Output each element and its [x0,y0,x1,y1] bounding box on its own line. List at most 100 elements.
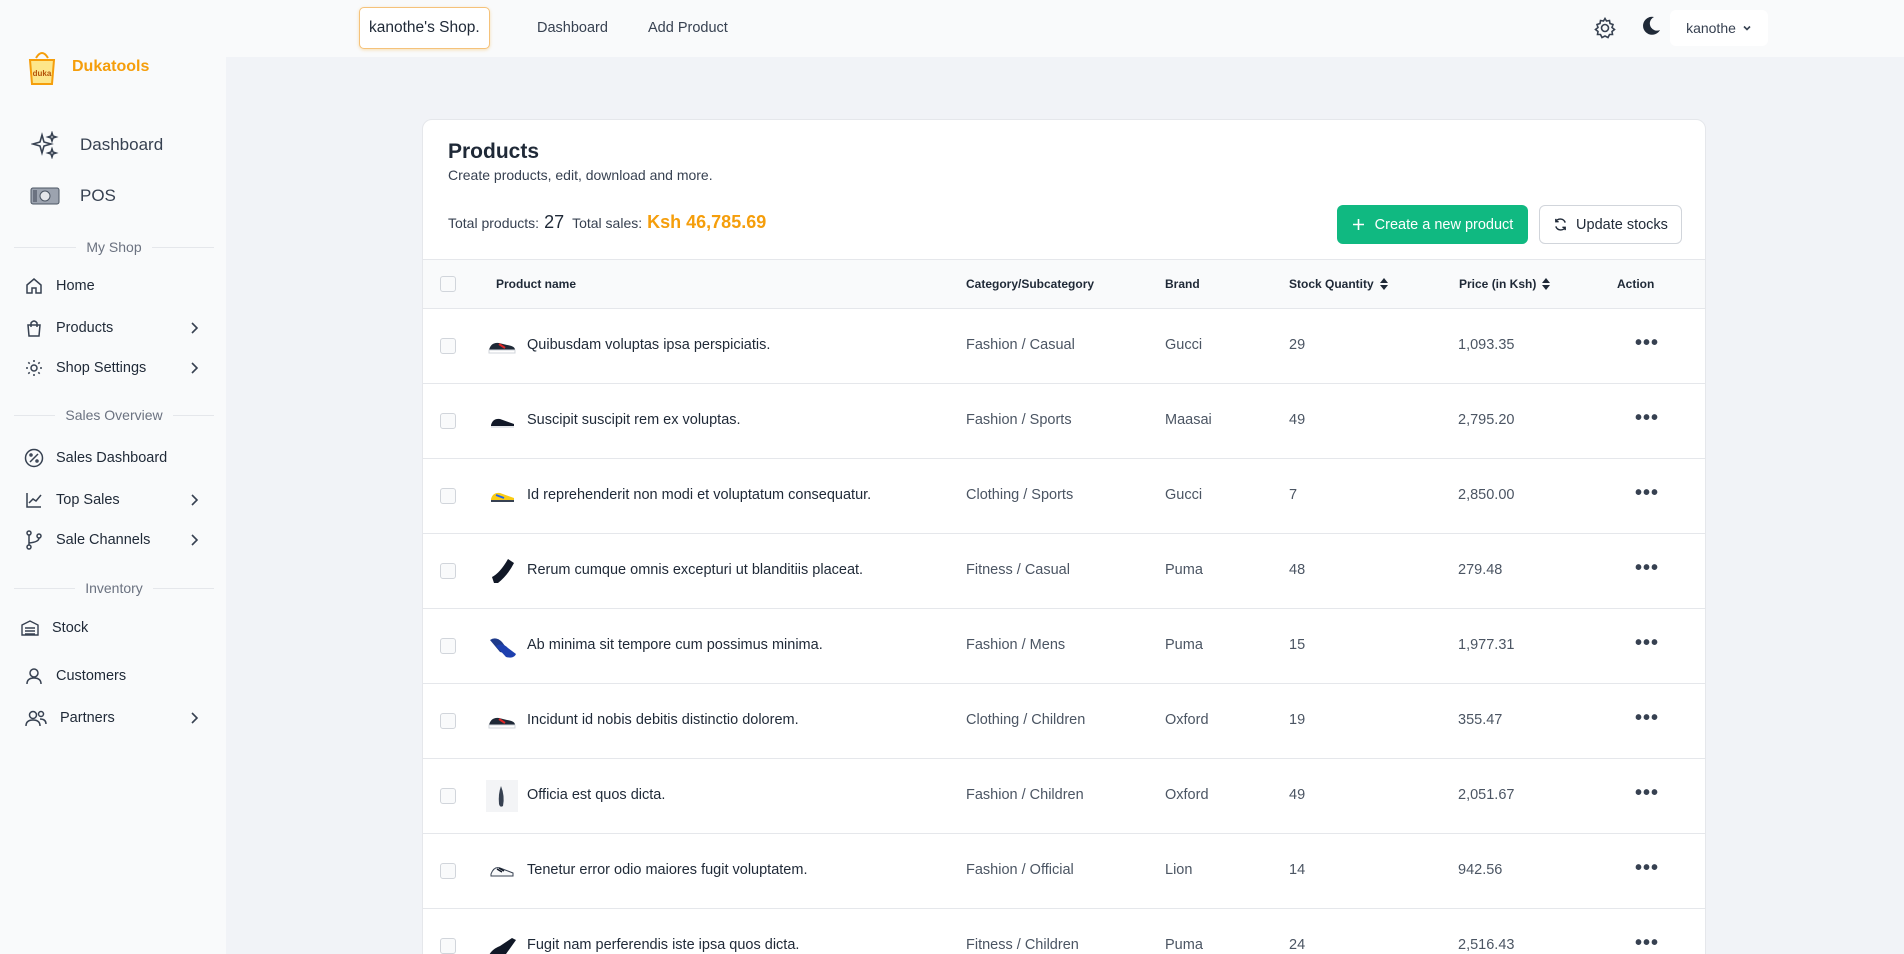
cell-product-name[interactable]: Suscipit suscipit rem ex voluptas. [527,412,741,428]
cell-price: 1,093.35 [1458,337,1515,353]
section-title-sales-overview: Sales Overview [14,407,215,423]
cell-product-name[interactable]: Rerum cumque omnis excepturi ut blanditi… [527,562,863,578]
select-all-checkbox[interactable] [440,276,456,292]
sidebar-item-stock[interactable]: Stock [20,618,196,638]
shop-bag-logo-icon: duka [28,52,56,85]
cell-price: 2,795.20 [1458,412,1515,428]
column-header-stock-quantity[interactable]: Stock Quantity [1289,277,1388,291]
home-icon [24,276,44,296]
cell-product-name[interactable]: Officia est quos dicta. [527,787,665,803]
cell-product-name[interactable]: Incidunt id nobis debitis distinctio dol… [527,712,799,728]
sidebar-item-sale-channels[interactable]: Sale Channels [24,530,200,550]
row-checkbox[interactable] [440,713,456,729]
brand[interactable]: duka Dukatools [26,48,149,86]
percent-badge-icon [24,448,44,468]
row-actions-icon[interactable]: ••• [1635,408,1659,428]
table-row[interactable]: Ab minima sit tempore cum possimus minim… [423,608,1705,683]
plus-icon [1352,219,1364,230]
sidebar-item-label: POS [80,186,116,205]
sidebar-item-products[interactable]: Products [24,318,200,338]
row-checkbox[interactable] [440,863,456,879]
cell-stock-quantity: 49 [1289,412,1306,428]
warehouse-icon [20,618,40,638]
shop-name-button[interactable]: kanothe's Shop. [359,7,490,49]
cell-stock-quantity: 14 [1289,862,1306,878]
gear-icon [24,358,44,378]
row-actions-icon[interactable]: ••• [1635,633,1659,653]
brand-name: Dukatools [72,58,150,75]
cell-brand: Puma [1165,637,1203,653]
gear-icon[interactable] [1594,17,1616,39]
cell-product-name[interactable]: Ab minima sit tempore cum possimus minim… [527,637,823,653]
row-actions-icon[interactable]: ••• [1635,708,1659,728]
row-checkbox[interactable] [440,563,456,579]
branch-icon [24,530,44,550]
row-actions-icon[interactable]: ••• [1635,858,1659,878]
row-checkbox[interactable] [440,788,456,804]
row-checkbox[interactable] [440,638,456,654]
chevron-right-icon [191,494,199,506]
sidebar-item-customers[interactable]: Customers [24,666,200,686]
table-row[interactable]: Quibusdam voluptas ipsa perspiciatis. Fa… [423,308,1705,383]
row-checkbox[interactable] [440,488,456,504]
cell-category: Fashion / Children [966,787,1084,803]
sidebar-item-label: Dashboard [80,135,164,154]
topbar: kanothe's Shop. Dashboard Add Product ka… [226,0,1904,57]
sidebar-item-label: Sale Channels [56,532,151,548]
cell-product-name[interactable]: Fugit nam perferendis iste ipsa quos dic… [527,937,799,953]
chevron-right-icon [191,712,199,724]
moon-icon[interactable] [1640,15,1662,37]
cell-product-name[interactable]: Quibusdam voluptas ipsa perspiciatis. [527,337,770,353]
table-row[interactable]: Rerum cumque omnis excepturi ut blanditi… [423,533,1705,608]
row-checkbox[interactable] [440,413,456,429]
row-checkbox[interactable] [440,338,456,354]
total-products-label: Total products: [448,215,540,231]
cell-price: 355.47 [1458,712,1503,728]
sneaker-red-icon [486,330,518,362]
sidebar-item-pos[interactable]: POS [30,181,116,211]
column-header-category: Category/Subcategory [966,277,1095,291]
cell-stock-quantity: 19 [1289,712,1306,728]
sidebar-item-home[interactable]: Home [24,276,200,296]
table-row[interactable]: Suscipit suscipit rem ex voluptas. Fashi… [423,383,1705,458]
cell-brand: Oxford [1165,712,1209,728]
cell-price: 2,516.43 [1458,937,1515,953]
cell-brand: Puma [1165,562,1203,578]
sidebar-item-dashboard[interactable]: Dashboard [30,130,163,160]
cell-product-name[interactable]: Tenetur error odio maiores fugit volupta… [527,862,807,878]
column-header-brand: Brand [1165,277,1200,291]
sneaker-black-icon [486,405,518,437]
table-row[interactable]: Fugit nam perferendis iste ipsa quos dic… [423,908,1705,954]
cell-product-name[interactable]: Id reprehenderit non modi et voluptatum … [527,487,871,503]
users-icon [24,708,48,728]
row-actions-icon[interactable]: ••• [1635,558,1659,578]
chevron-right-icon [191,322,199,334]
sidebar-item-shop-settings[interactable]: Shop Settings [24,358,200,378]
refresh-icon [1555,218,1566,231]
sidebar-item-sales-dashboard[interactable]: Sales Dashboard [24,448,200,468]
table-row[interactable]: Officia est quos dicta. Fashion / Childr… [423,758,1705,833]
page-subtitle: Create products, edit, download and more… [448,167,713,183]
row-checkbox[interactable] [440,938,456,954]
table-row[interactable]: Id reprehenderit non modi et voluptatum … [423,458,1705,533]
row-actions-icon[interactable]: ••• [1635,933,1659,953]
create-product-button[interactable]: Create a new product [1337,205,1528,244]
row-actions-icon[interactable]: ••• [1635,783,1659,803]
section-title-inventory: Inventory [14,580,214,596]
user-menu-button[interactable]: kanothe [1670,10,1768,46]
cash-icon [30,181,60,211]
update-stocks-button[interactable]: Update stocks [1539,205,1682,244]
top-link-add-product[interactable]: Add Product [648,20,728,36]
cell-brand: Gucci [1165,337,1203,353]
top-link-dashboard[interactable]: Dashboard [537,20,608,36]
cell-category: Fashion / Mens [966,637,1066,653]
cell-stock-quantity: 24 [1289,937,1306,953]
row-actions-icon[interactable]: ••• [1635,483,1659,503]
table-row[interactable]: Incidunt id nobis debitis distinctio dol… [423,683,1705,758]
sidebar-item-partners[interactable]: Partners [24,708,200,728]
table-row[interactable]: Tenetur error odio maiores fugit volupta… [423,833,1705,908]
sidebar-item-top-sales[interactable]: Top Sales [24,490,200,510]
row-actions-icon[interactable]: ••• [1635,333,1659,353]
column-header-action: Action [1617,277,1655,291]
column-header-price[interactable]: Price (in Ksh) [1459,277,1551,291]
